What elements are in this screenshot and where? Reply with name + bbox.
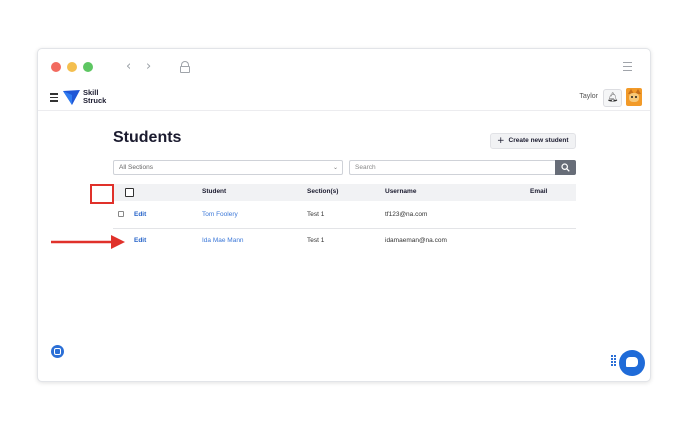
annotation-highlight-box [90,184,114,204]
hamburger-icon[interactable] [50,93,58,104]
create-student-label: Create new student [508,137,569,144]
bell-icon: 🔔︎ [606,93,619,103]
notifications-button[interactable]: 🔔︎ [603,89,622,107]
avatar-eye [631,96,633,98]
minimize-window-button[interactable] [67,62,77,72]
maximize-window-button[interactable] [83,62,93,72]
edit-link[interactable]: Edit [134,237,146,244]
username-label: Taylor [579,93,598,100]
create-student-button[interactable]: + Create new student [490,133,576,149]
search-button[interactable] [555,160,576,175]
column-header-student[interactable]: Student [202,188,226,195]
annotation-arrow-icon [51,235,125,249]
page-title: Students [113,129,182,146]
title-bar: ‹ › [38,49,650,85]
column-header-username[interactable]: Username [385,188,416,195]
select-all-checkbox[interactable] [125,188,134,197]
chevron-down-icon: ⌄ [332,164,338,171]
lock-icon [180,61,190,73]
back-arrow-icon[interactable]: ‹ [126,59,131,74]
table-row: Edit Ida Mae Mann Test 1 idamaeman@na.co… [113,229,576,255]
column-header-email[interactable]: Email [530,188,547,195]
search-placeholder: Search [355,164,376,171]
search-icon [561,163,570,172]
logo-text: Skill Struck [83,88,107,105]
column-header-sections[interactable]: Section(s) [307,188,338,195]
logo[interactable]: Skill Struck [63,88,113,108]
row-checkbox[interactable] [118,211,124,217]
avatar-eye [635,96,637,98]
plus-icon: + [497,136,505,146]
student-name-link[interactable]: Ida Mae Mann [202,237,244,244]
student-username: tf123@na.com [385,211,428,218]
search-input[interactable]: Search [349,160,555,175]
section-select[interactable]: All Sections ⌄ [113,160,343,175]
student-section: Test 1 [307,211,325,218]
student-username: idamaeman@na.com [385,237,447,244]
section-select-value: All Sections [119,164,153,171]
settings-icon[interactable] [623,62,632,71]
grid-icon[interactable] [611,355,617,370]
table-header: Student Section(s) Username Email [113,184,576,201]
student-section: Test 1 [307,237,325,244]
table-row: Edit Tom Foolery Test 1 tf123@na.com [113,203,576,229]
avatar[interactable] [626,88,642,106]
help-icon [54,348,61,355]
close-window-button[interactable] [51,62,61,72]
forward-arrow-icon[interactable]: › [146,59,151,74]
edit-link[interactable]: Edit [134,211,146,218]
chat-button[interactable] [619,350,645,376]
app-header: Skill Struck Taylor 🔔︎ [38,85,650,111]
browser-window: ‹ › Skill Struck Taylor 🔔︎ Students + Cr… [37,48,651,382]
chat-icon [626,357,638,367]
student-name-link[interactable]: Tom Foolery [202,211,238,218]
logo-icon [63,90,80,105]
help-button[interactable] [51,345,64,358]
